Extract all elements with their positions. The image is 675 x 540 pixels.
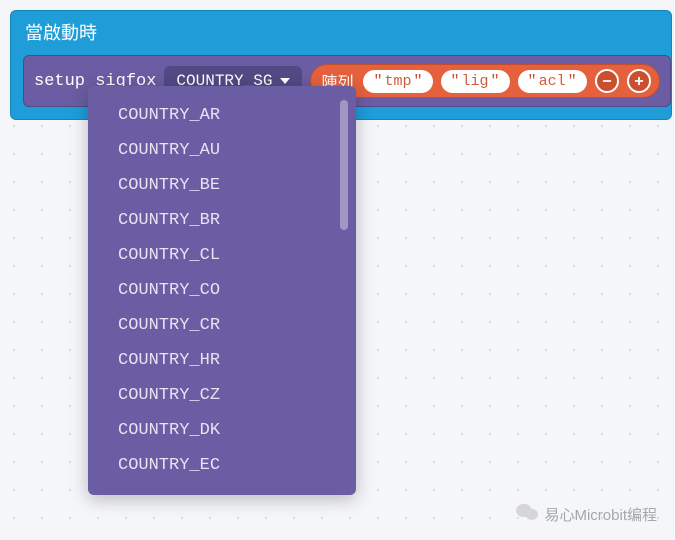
array-item[interactable]: "tmp"	[363, 70, 432, 93]
array-item[interactable]: "lig"	[441, 70, 510, 93]
watermark-text: 易心Microbit编程	[544, 504, 657, 525]
dropdown-option[interactable]: COUNTRY_AR	[118, 98, 350, 133]
remove-item-button[interactable]	[595, 69, 619, 93]
scrollbar-thumb[interactable]	[340, 100, 348, 230]
wechat-icon	[516, 502, 538, 526]
plus-icon	[632, 74, 646, 88]
dropdown-list: COUNTRY_AR COUNTRY_AU COUNTRY_BE COUNTRY…	[88, 98, 350, 483]
on-start-label: 當啟動時	[11, 19, 671, 55]
array-block[interactable]: 陣列 "tmp" "lig" "acl"	[310, 64, 659, 98]
dropdown-option[interactable]: COUNTRY_CL	[118, 238, 350, 273]
country-dropdown-menu: COUNTRY_AR COUNTRY_AU COUNTRY_BE COUNTRY…	[88, 86, 356, 495]
chevron-down-icon	[280, 78, 290, 84]
dropdown-option[interactable]: COUNTRY_BE	[118, 168, 350, 203]
dropdown-option[interactable]: COUNTRY_CR	[118, 308, 350, 343]
watermark: 易心Microbit编程	[516, 502, 657, 526]
dropdown-option[interactable]: COUNTRY_EC	[118, 448, 350, 483]
dropdown-option[interactable]: COUNTRY_HR	[118, 343, 350, 378]
dropdown-option[interactable]: COUNTRY_AU	[118, 133, 350, 168]
array-item[interactable]: "acl"	[518, 70, 587, 93]
dropdown-option[interactable]: COUNTRY_CZ	[118, 378, 350, 413]
minus-icon	[600, 74, 614, 88]
dropdown-option[interactable]: COUNTRY_CO	[118, 273, 350, 308]
workspace: 當啟動時 setup sigfox COUNTRY_SG 陣列 "tmp" "l…	[0, 0, 675, 20]
dropdown-option[interactable]: COUNTRY_DK	[118, 413, 350, 448]
dropdown-option[interactable]: COUNTRY_BR	[118, 203, 350, 238]
add-item-button[interactable]	[627, 69, 651, 93]
